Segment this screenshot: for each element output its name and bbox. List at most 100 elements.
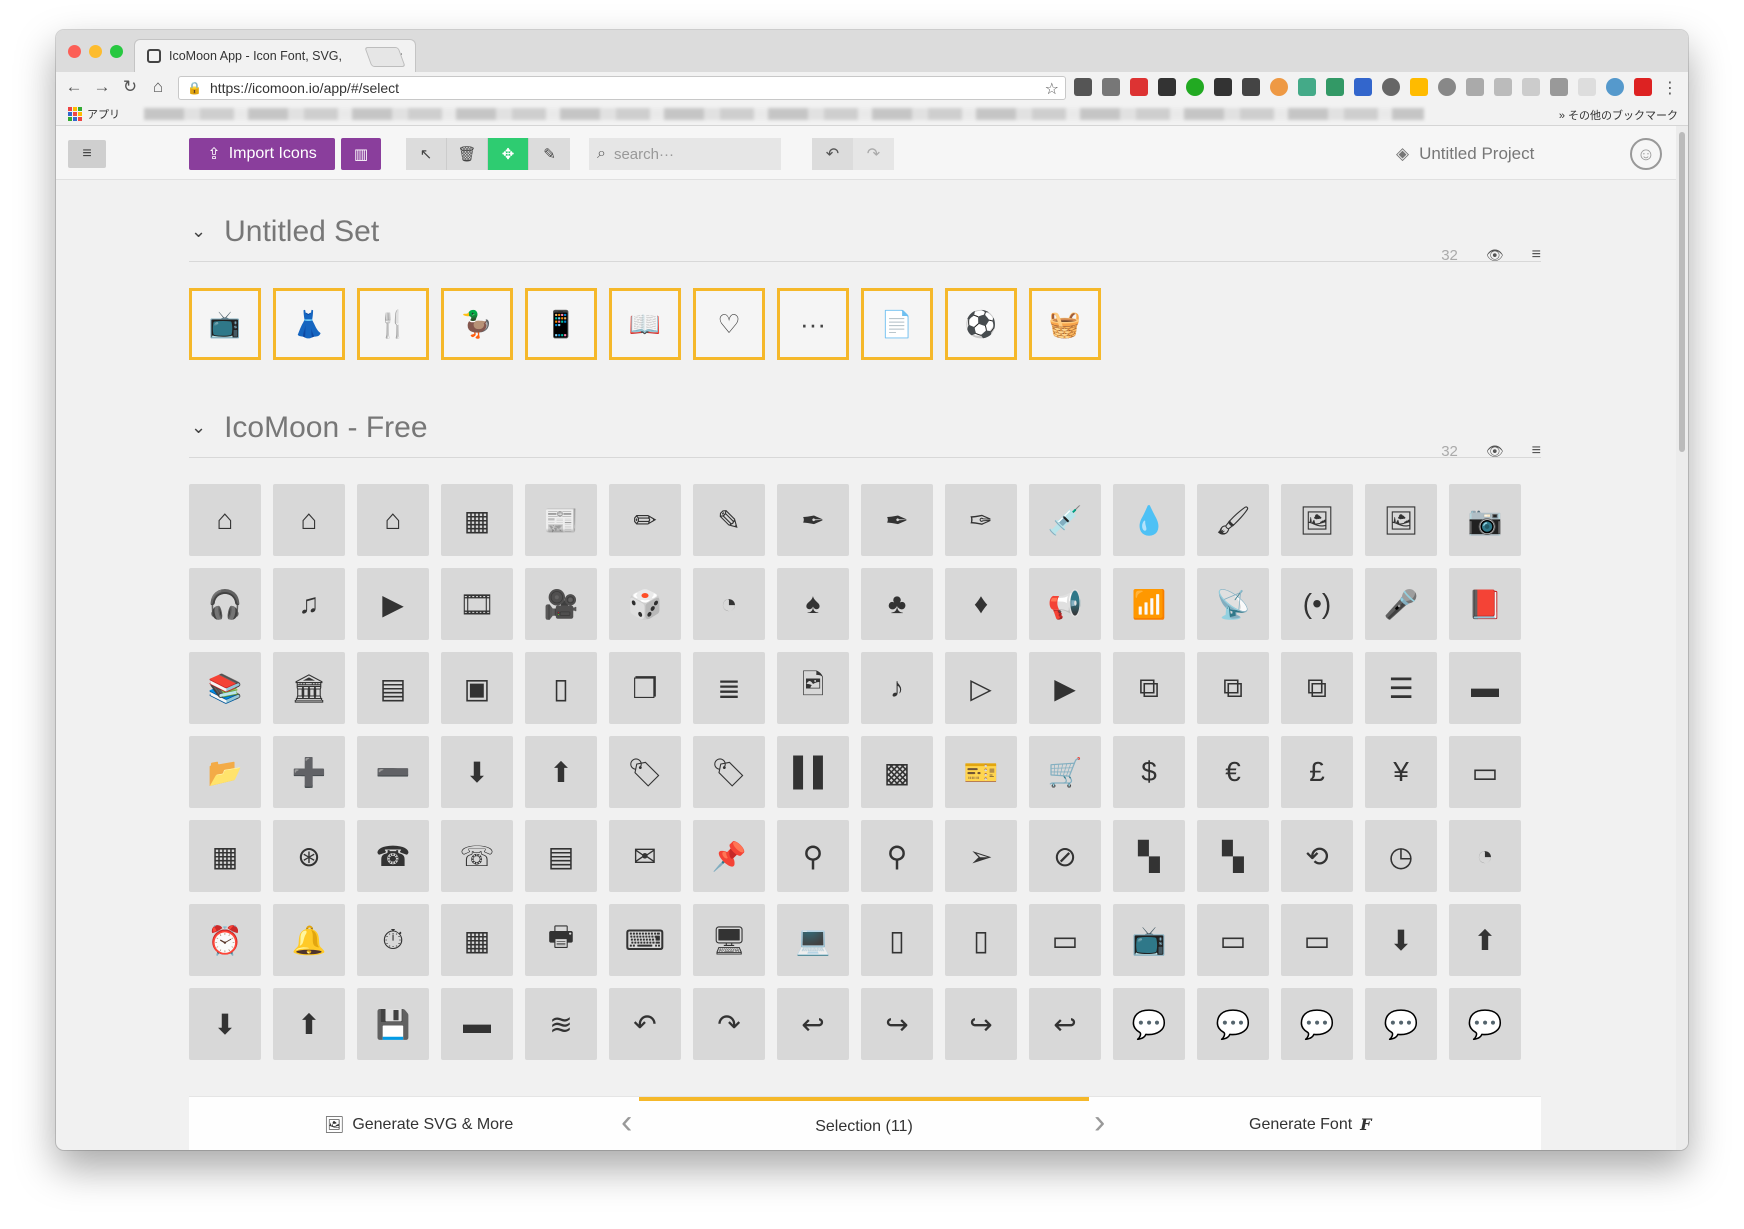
generate-svg-button[interactable]: 🖼 Generate SVG & More [324, 1115, 513, 1135]
extension-icon[interactable] [1158, 78, 1176, 96]
icon-tile[interactable]: ▬ [1449, 652, 1521, 724]
scrollbar-thumb[interactable] [1679, 132, 1685, 452]
icon-tile[interactable]: 💬 [1281, 988, 1353, 1060]
icon-tile[interactable]: ▭ [1449, 736, 1521, 808]
icon-tile[interactable]: 🎲 [609, 568, 681, 640]
icon-tile[interactable]: 🎞 [441, 568, 513, 640]
icon-tile[interactable]: 🖥 [693, 904, 765, 976]
set-menu-icon[interactable]: ≡ [1532, 442, 1541, 460]
extension-icon[interactable] [1074, 78, 1092, 96]
icon-tile[interactable]: 💬 [1197, 988, 1269, 1060]
icon-tile[interactable]: ⊘ [1029, 820, 1101, 892]
extension-icon[interactable] [1382, 78, 1400, 96]
delete-tool-button[interactable]: 🗑 [447, 138, 488, 170]
extension-icon[interactable] [1522, 78, 1540, 96]
extension-icon[interactable] [1214, 78, 1232, 96]
browser-menu-icon[interactable]: ⋮ [1662, 78, 1678, 98]
selected-icon[interactable]: 📺 [189, 288, 261, 360]
project-name[interactable]: ◈ Untitled Project [1396, 144, 1534, 164]
icon-tile[interactable]: ⬆ [1449, 904, 1521, 976]
icon-tile[interactable]: ⌂ [189, 484, 261, 556]
icon-tile[interactable]: ↩ [1029, 988, 1101, 1060]
icon-tile[interactable]: ⌂ [273, 484, 345, 556]
icon-library-button[interactable]: ▥ [341, 138, 381, 170]
icon-tile[interactable]: 🛒 [1029, 736, 1101, 808]
prev-chevron-icon[interactable]: ‹ [621, 1103, 632, 1142]
icon-tile[interactable]: ⟲ [1281, 820, 1353, 892]
icon-tile[interactable]: 📷 [1449, 484, 1521, 556]
selected-icon[interactable]: 🧺 [1029, 288, 1101, 360]
icon-tile[interactable]: 🎫 [945, 736, 1017, 808]
apps-label[interactable]: アプリ [87, 106, 120, 122]
selected-icon[interactable]: 🍴 [357, 288, 429, 360]
icon-tile[interactable]: ☎ [357, 820, 429, 892]
selection-tab[interactable]: Selection (11) [639, 1097, 1089, 1150]
icon-tile[interactable]: ▦ [189, 820, 261, 892]
icon-tile[interactable]: ✒ [777, 484, 849, 556]
icon-tile[interactable]: ⬆ [273, 988, 345, 1060]
icon-tile[interactable]: 💬 [1365, 988, 1437, 1060]
extension-icon[interactable] [1550, 78, 1568, 96]
icon-tile[interactable]: ▭ [1029, 904, 1101, 976]
extension-icon[interactable] [1186, 78, 1204, 96]
icon-tile[interactable]: ⚲ [777, 820, 849, 892]
icon-tile[interactable]: ↩ [777, 988, 849, 1060]
icon-tile[interactable]: 🏛 [273, 652, 345, 724]
set-menu-icon[interactable]: ≡ [1532, 246, 1541, 264]
icon-tile[interactable]: ❐ [609, 652, 681, 724]
icon-tile[interactable]: € [1197, 736, 1269, 808]
bookmark-star-icon[interactable]: ☆ [1045, 79, 1059, 99]
new-tab-button[interactable] [364, 47, 406, 67]
icon-tile[interactable]: ⬇ [1365, 904, 1437, 976]
set-header[interactable]: ⌄ Untitled Set 32 👁 ≡ [189, 202, 1541, 264]
icon-tile[interactable]: ♣ [861, 568, 933, 640]
icon-tile[interactable]: 🖼 [1281, 484, 1353, 556]
icon-tile[interactable]: ↪ [861, 988, 933, 1060]
generate-font-button[interactable]: Generate Font F [1249, 1115, 1372, 1134]
icon-tile[interactable]: 📕 [1449, 568, 1521, 640]
icon-tile[interactable]: ▤ [525, 820, 597, 892]
icon-tile[interactable]: ☏ [441, 820, 513, 892]
icon-tile[interactable]: ✎ [693, 484, 765, 556]
icon-tile[interactable]: ▯ [945, 904, 1017, 976]
scrollbar[interactable] [1676, 126, 1688, 1150]
icon-tile[interactable]: ▯ [861, 904, 933, 976]
icon-tile[interactable]: 🎧 [189, 568, 261, 640]
extension-icon[interactable] [1130, 78, 1148, 96]
eye-icon[interactable]: 👁 [1486, 247, 1504, 264]
selected-icon[interactable]: 🦆 [441, 288, 513, 360]
icon-tile[interactable]: ▶ [357, 568, 429, 640]
icon-tile[interactable]: 📰 [525, 484, 597, 556]
icon-tile[interactable]: ♪ [861, 652, 933, 724]
extension-icon[interactable] [1298, 78, 1316, 96]
icon-tile[interactable]: ✑ [945, 484, 1017, 556]
icon-tile[interactable]: ⬇ [189, 988, 261, 1060]
icon-tile[interactable]: ⧉ [1281, 652, 1353, 724]
icon-tile[interactable]: ✏ [609, 484, 681, 556]
icon-tile[interactable]: ▚ [1197, 820, 1269, 892]
icon-tile[interactable]: ➕ [273, 736, 345, 808]
extension-icon[interactable] [1270, 78, 1288, 96]
icon-tile[interactable]: ▷ [945, 652, 1017, 724]
icon-tile[interactable]: ▌▌ [777, 736, 849, 808]
close-window-button[interactable] [68, 45, 81, 58]
selected-icon[interactable]: 📱 [525, 288, 597, 360]
icon-tile[interactable]: 📚 [189, 652, 261, 724]
icon-tile[interactable]: ▣ [441, 652, 513, 724]
icon-tile[interactable]: ◔ [1449, 820, 1521, 892]
icon-tile[interactable]: ⊛ [273, 820, 345, 892]
icon-tile[interactable]: (•) [1281, 568, 1353, 640]
icon-tile[interactable]: 💾 [357, 988, 429, 1060]
icon-tile[interactable]: $ [1113, 736, 1185, 808]
icon-tile[interactable]: ♦ [945, 568, 1017, 640]
icon-tile[interactable]: 📌 [693, 820, 765, 892]
icon-tile[interactable]: 💬 [1113, 988, 1185, 1060]
icon-tile[interactable]: ⧉ [1113, 652, 1185, 724]
icon-tile[interactable]: 🖌 [1197, 484, 1269, 556]
icon-tile[interactable]: 🏷 [609, 736, 681, 808]
icon-tile[interactable]: ¥ [1365, 736, 1437, 808]
url-input[interactable]: 🔒 https://icomoon.io/app/#/select ☆ [178, 76, 1066, 100]
extension-icon[interactable] [1354, 78, 1372, 96]
icon-tile[interactable]: £ [1281, 736, 1353, 808]
extension-icon[interactable] [1494, 78, 1512, 96]
